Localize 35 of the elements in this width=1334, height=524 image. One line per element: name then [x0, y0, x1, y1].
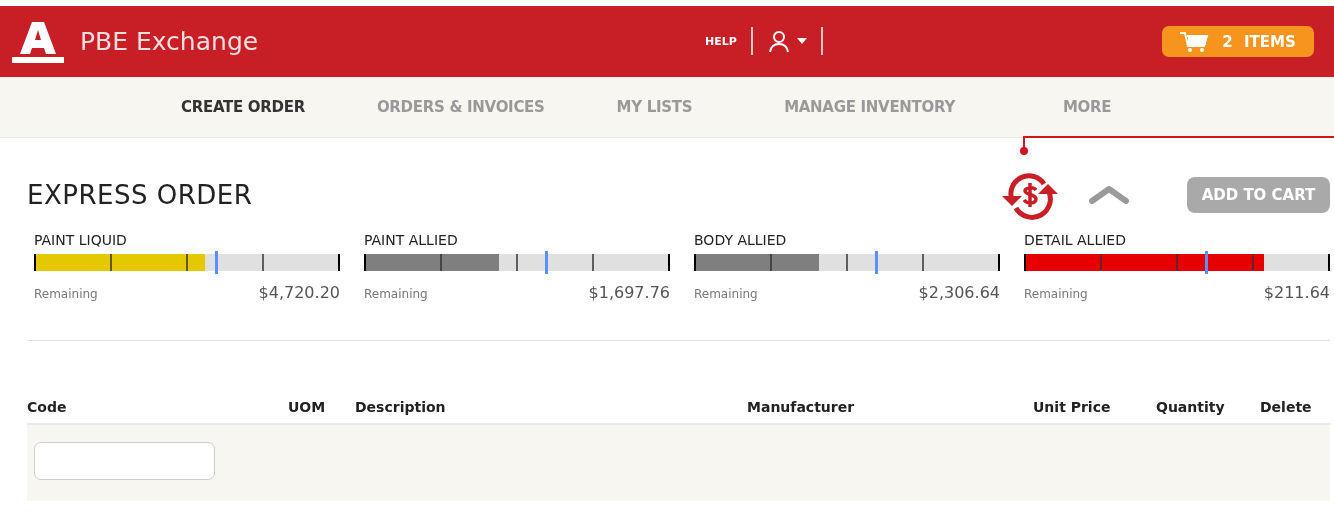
- remaining-amount: $1,697.76: [588, 283, 670, 302]
- remaining-amount: $4,720.20: [258, 283, 340, 302]
- nav-tab[interactable]: MORE: [1062, 98, 1112, 116]
- caret-icon[interactable]: [796, 38, 807, 44]
- currency-exchange-icon[interactable]: [1000, 170, 1060, 220]
- nav-tab[interactable]: MANAGE INVENTORY: [784, 98, 955, 116]
- remaining-label: Remaining: [694, 287, 758, 301]
- logo-icon[interactable]: [10, 19, 66, 64]
- help-link[interactable]: HELP: [705, 34, 737, 48]
- code-input-field[interactable]: [34, 442, 215, 480]
- remaining-amount: $211.64: [1263, 283, 1330, 302]
- column-header: Manufacturer: [747, 399, 856, 415]
- nav-tab[interactable]: MY LISTS: [616, 98, 693, 116]
- nav-tab[interactable]: CREATE ORDER: [181, 98, 305, 116]
- column-header: Delete: [1260, 399, 1313, 415]
- user-icon[interactable]: [766, 29, 791, 53]
- meter-label: DETAIL ALLIED: [1024, 232, 1127, 248]
- remaining-label: Remaining: [1024, 287, 1088, 301]
- column-header: Quantity: [1156, 399, 1226, 415]
- column-header: Unit Price: [1033, 399, 1112, 415]
- cart-icon: [1180, 31, 1211, 52]
- column-header: UOM: [288, 399, 327, 415]
- meter-label: PAINT LIQUID: [34, 232, 128, 248]
- app-title: PBE Exchange: [80, 27, 259, 56]
- column-header: Code: [27, 399, 68, 415]
- nav-tab[interactable]: ORDERS & INVOICES: [376, 98, 545, 116]
- column-header: Description: [355, 399, 447, 415]
- page-title: EXPRESS ORDER: [27, 180, 253, 210]
- remaining-amount: $2,306.64: [918, 283, 1000, 302]
- cart-button[interactable]: 2 ITEMS: [1162, 26, 1314, 57]
- remaining-label: Remaining: [364, 287, 428, 301]
- meter-label: PAINT ALLIED: [364, 232, 459, 248]
- meter-label: BODY ALLIED: [694, 232, 788, 248]
- remaining-label: Remaining: [34, 287, 98, 301]
- collapse-icon[interactable]: [1088, 185, 1130, 205]
